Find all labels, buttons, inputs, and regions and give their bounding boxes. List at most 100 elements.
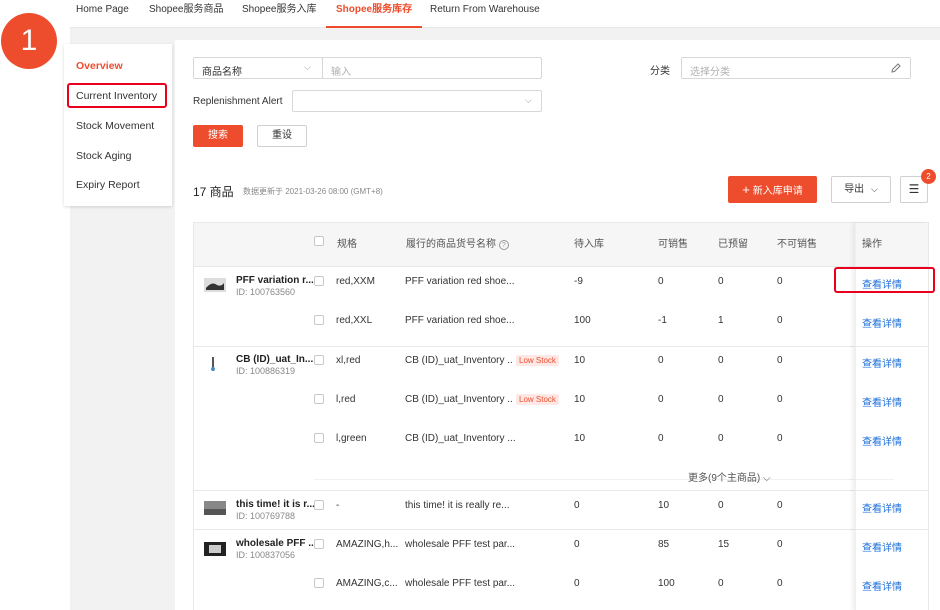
- sidebar-item-stock-movement[interactable]: Stock Movement: [76, 120, 154, 132]
- cell-sku-name: this time! it is really re...: [405, 500, 510, 511]
- row-checkbox[interactable]: [314, 500, 324, 510]
- header-sellable: 可销售: [658, 239, 688, 250]
- keyword-input[interactable]: 输入: [322, 57, 542, 79]
- keyword-placeholder: 输入: [331, 67, 351, 78]
- step-badge: 1: [1, 13, 57, 69]
- highlight-view-details: [834, 267, 935, 293]
- help-icon[interactable]: ?: [498, 240, 509, 250]
- table-row: l,green CB (ID)_uat_Inventory ... 10 0 0…: [194, 425, 928, 463]
- row-checkbox[interactable]: [314, 539, 324, 549]
- chevron-down-icon: ⌵: [304, 62, 311, 72]
- cell-spec: AMAZING,h...: [336, 539, 399, 550]
- row-divider: [194, 490, 928, 491]
- cell-sellable: 0: [658, 433, 664, 444]
- sidebar-item-stock-aging[interactable]: Stock Aging: [76, 150, 131, 162]
- cell-unsellable: 0: [777, 500, 783, 511]
- tab-home-page[interactable]: Home Page: [76, 0, 129, 28]
- search-button[interactable]: 搜索: [193, 125, 243, 147]
- new-inbound-button[interactable]: + 新入库申请: [728, 176, 817, 203]
- sidebar-item-overview[interactable]: Overview: [76, 60, 123, 72]
- table-header: 规格 履行的商品货号名称 ? 待入库 可销售 已预留 不可销售 操作: [194, 223, 928, 266]
- plus-icon: +: [742, 182, 750, 197]
- sidebar-item-expiry-report[interactable]: Expiry Report: [76, 179, 140, 191]
- cell-sellable: 0: [658, 394, 664, 405]
- cell-sku-name: CB (ID)_uat_Inventory ...: [405, 394, 513, 405]
- replenishment-alert-select[interactable]: ⌵: [292, 90, 542, 112]
- cell-spec: l,red: [336, 394, 356, 405]
- category-select[interactable]: 选择分类: [681, 57, 911, 79]
- cell-unsellable: 0: [777, 578, 783, 589]
- row-checkbox[interactable]: [314, 276, 324, 286]
- cell-inbound: 10: [574, 394, 586, 405]
- table-row: - this time! it is really re... 0 10 0 0…: [194, 492, 928, 530]
- tab-service-products[interactable]: Shopee服务商品: [149, 0, 223, 28]
- cell-inbound: -9: [574, 276, 583, 287]
- cell-reserved: 0: [718, 355, 724, 366]
- cell-reserved: 1: [718, 315, 724, 326]
- cell-unsellable: 0: [777, 539, 783, 550]
- cell-reserved: 15: [718, 539, 730, 550]
- cell-inbound: 0: [574, 500, 580, 511]
- category-label: 分类: [650, 66, 670, 77]
- cell-sku-name: CB (ID)_uat_Inventory ...: [405, 433, 516, 444]
- product-count: 17 商品: [193, 185, 234, 199]
- export-button[interactable]: 导出 ⌵: [831, 176, 891, 203]
- cell-reserved: 0: [718, 433, 724, 444]
- cell-spec: red,XXL: [336, 315, 373, 326]
- row-checkbox[interactable]: [314, 394, 324, 404]
- cell-reserved: 0: [718, 394, 724, 405]
- cell-sellable: 10: [658, 500, 670, 511]
- header-unsellable: 不可销售: [777, 239, 817, 250]
- field-select-value: 商品名称: [202, 67, 242, 78]
- cell-sellable: 0: [658, 355, 664, 366]
- cell-reserved: 0: [718, 276, 724, 287]
- cell-spec: l,green: [336, 433, 367, 444]
- new-inbound-label: 新入库申请: [752, 186, 803, 197]
- tab-service-inventory[interactable]: Shopee服务库存: [326, 0, 423, 28]
- table-row: AMAZING,h... wholesale PFF test par... 0…: [194, 531, 928, 569]
- cell-inbound: 0: [574, 539, 580, 550]
- cell-sku-name: wholesale PFF test par...: [405, 539, 516, 550]
- row-checkbox[interactable]: [314, 578, 324, 588]
- cell-sellable: 85: [658, 539, 670, 550]
- cell-sku-name: CB (ID)_uat_Inventory ...: [405, 355, 513, 366]
- cell-unsellable: 0: [777, 394, 783, 405]
- cell-spec: AMAZING,c...: [336, 578, 398, 589]
- sidebar: Overview Current Inventory Stock Movemen…: [64, 44, 172, 206]
- cell-unsellable: 0: [777, 276, 783, 287]
- pencil-icon: [890, 62, 902, 77]
- show-more-link[interactable]: 更多(9个主商品) ⌵: [688, 469, 771, 484]
- select-all-checkbox[interactable]: [314, 236, 324, 246]
- reset-button[interactable]: 重设: [257, 125, 307, 147]
- inventory-table: 规格 履行的商品货号名称 ? 待入库 可销售 已预留 不可销售 操作 PFF v…: [193, 222, 929, 610]
- cell-unsellable: 0: [777, 355, 783, 366]
- row-checkbox[interactable]: [314, 355, 324, 365]
- field-select[interactable]: 商品名称 ⌵: [193, 57, 323, 79]
- show-more-label: 更多(9个主商品): [688, 473, 761, 484]
- category-placeholder: 选择分类: [690, 67, 730, 78]
- notification-badge: 2: [921, 169, 936, 184]
- chevron-down-icon: ⌵: [525, 95, 532, 105]
- header-gap: [70, 28, 940, 40]
- menu-icon: ☰: [908, 182, 920, 196]
- row-checkbox[interactable]: [314, 315, 324, 325]
- table-row: l,red CB (ID)_uat_Inventory ... Low Stoc…: [194, 386, 928, 424]
- row-checkbox[interactable]: [314, 433, 324, 443]
- table-row: xl,red CB (ID)_uat_Inventory ... Low Sto…: [194, 347, 928, 385]
- cell-unsellable: 0: [777, 315, 783, 326]
- header-inbound: 待入库: [574, 239, 604, 250]
- data-updated-time: 数据更新于 2021-03-26 08:00 (GMT+8): [243, 187, 383, 196]
- cell-spec: red,XXM: [336, 276, 375, 287]
- table-row: red,XXM PFF variation red shoe... -9 0 0…: [194, 268, 928, 306]
- cell-sku-name: PFF variation red shoe...: [405, 276, 515, 287]
- cell-inbound: 10: [574, 355, 586, 366]
- export-label: 导出: [844, 184, 865, 195]
- cell-sellable: 0: [658, 276, 664, 287]
- low-stock-badge: Low Stock: [516, 394, 559, 405]
- replenishment-alert-label: Replenishment Alert: [193, 96, 283, 107]
- cell-sellable: -1: [658, 315, 667, 326]
- tab-service-inbound[interactable]: Shopee服务入库: [242, 0, 316, 28]
- cell-sku-name: PFF variation red shoe...: [405, 315, 515, 326]
- tab-return-from-warehouse[interactable]: Return From Warehouse: [430, 0, 540, 28]
- cell-inbound: 100: [574, 315, 591, 326]
